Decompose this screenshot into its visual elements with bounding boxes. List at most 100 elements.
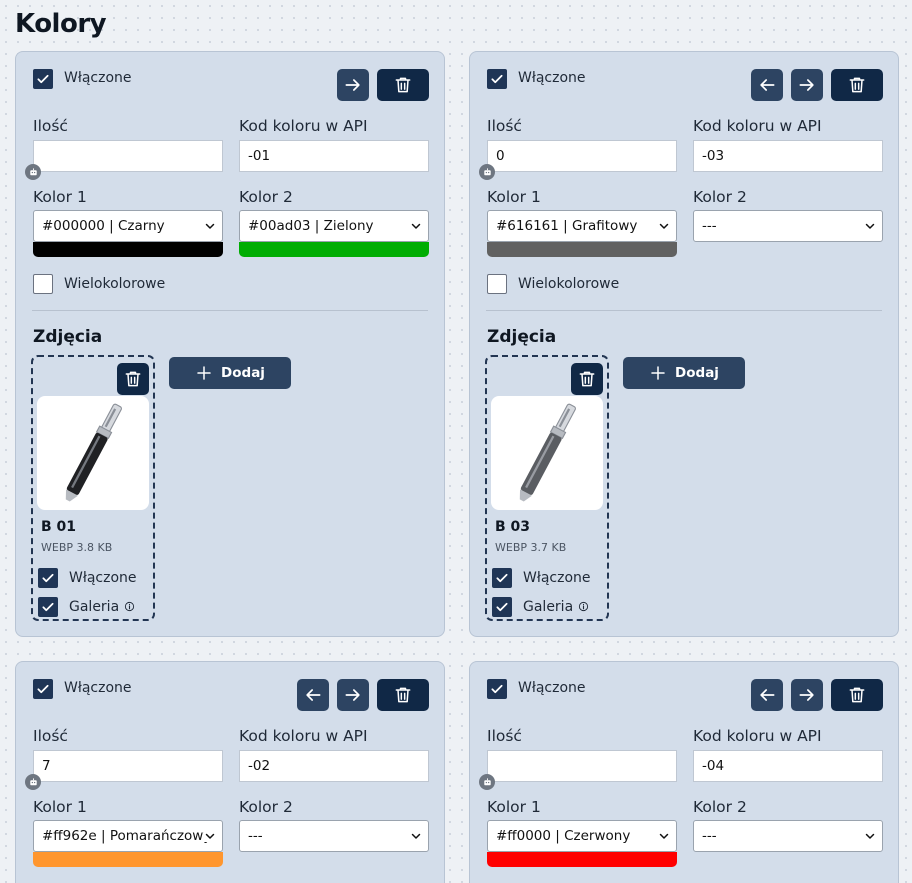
delete-color-button[interactable]: [377, 679, 429, 711]
color1-select[interactable]: #616161 | Grafitowy: [487, 210, 677, 242]
delete-color-button[interactable]: [831, 679, 883, 711]
move-left-button[interactable]: [297, 679, 329, 711]
plus-icon: [195, 364, 213, 382]
color1-swatch: [33, 852, 223, 867]
multicolor-checkbox[interactable]: [487, 274, 507, 294]
color1-label: Kolor 1: [487, 188, 541, 206]
color1-select[interactable]: #ff0000 | Czerwony: [487, 820, 677, 852]
divider: [32, 310, 428, 311]
check-icon: [495, 571, 509, 585]
chevron-down-icon: [658, 830, 670, 842]
arrow-right-icon: [797, 75, 817, 95]
chevron-down-icon: [864, 220, 876, 232]
quantity-input[interactable]: 0: [487, 140, 677, 172]
add-photo-button[interactable]: Dodaj: [169, 357, 291, 389]
quantity-input[interactable]: 7: [33, 750, 223, 782]
quantity-label: Ilość: [487, 727, 522, 745]
color1-label: Kolor 1: [33, 798, 87, 816]
color2-label: Kolor 2: [693, 798, 747, 816]
check-icon: [36, 682, 50, 696]
api-code-input[interactable]: -04: [693, 750, 883, 782]
divider: [486, 310, 882, 311]
trash-icon: [393, 75, 413, 95]
color2-value: #00ad03 | Zielony: [248, 218, 374, 234]
color2-select[interactable]: #00ad03 | Zielony: [239, 210, 429, 242]
color2-value: ---: [702, 828, 717, 844]
multicolor-label: Wielokolorowe: [518, 276, 620, 292]
photos-heading: Zdjęcia: [33, 327, 103, 347]
move-right-button[interactable]: [337, 69, 369, 101]
photo-enabled-checkbox[interactable]: [38, 568, 58, 588]
move-left-button[interactable]: [751, 679, 783, 711]
info-icon[interactable]: [124, 601, 135, 612]
check-icon: [41, 600, 55, 614]
color1-label: Kolor 1: [33, 188, 87, 206]
photo-card: B 01 WEBP 3.8 KB Włączone Galeria: [31, 355, 155, 621]
move-left-button[interactable]: [751, 69, 783, 101]
color2-label: Kolor 2: [239, 188, 293, 206]
arrow-right-icon: [797, 685, 817, 705]
pen-image: [519, 403, 576, 502]
photo-enabled-label: Włączone: [523, 570, 591, 586]
color2-select[interactable]: ---: [693, 210, 883, 242]
color2-swatch: [239, 242, 429, 257]
color2-label: Kolor 2: [693, 188, 747, 206]
photo-thumbnail[interactable]: [37, 396, 149, 510]
quantity-input[interactable]: [487, 750, 677, 782]
add-photo-button[interactable]: Dodaj: [623, 357, 745, 389]
gallery-label-text: Galeria: [523, 599, 574, 615]
chevron-down-icon: [658, 220, 670, 232]
color1-label: Kolor 1: [487, 798, 541, 816]
pen-image: [65, 403, 122, 502]
arrow-right-icon: [343, 75, 363, 95]
robot-icon: [25, 164, 41, 180]
multicolor-checkbox[interactable]: [33, 274, 53, 294]
api-code-label: Kod koloru w API: [239, 727, 368, 745]
trash-icon: [847, 75, 867, 95]
photo-name: B 03: [495, 519, 531, 535]
arrow-left-icon: [303, 685, 323, 705]
quantity-label: Ilość: [487, 117, 522, 135]
color1-select[interactable]: #ff962e | Pomarańczowy: [33, 820, 223, 852]
enabled-checkbox[interactable]: [33, 69, 53, 89]
delete-color-button[interactable]: [831, 69, 883, 101]
enabled-label: Włączone: [64, 70, 132, 86]
enabled-checkbox[interactable]: [487, 679, 507, 699]
color2-select[interactable]: ---: [239, 820, 429, 852]
delete-photo-button[interactable]: [571, 363, 603, 395]
delete-photo-button[interactable]: [117, 363, 149, 395]
enabled-label: Włączone: [64, 680, 132, 696]
gallery-label: Galeria: [69, 599, 135, 615]
move-right-button[interactable]: [337, 679, 369, 711]
enabled-label: Włączone: [518, 70, 586, 86]
info-icon[interactable]: [578, 601, 589, 612]
quantity-input[interactable]: [33, 140, 223, 172]
move-right-button[interactable]: [791, 69, 823, 101]
api-code-label: Kod koloru w API: [693, 727, 822, 745]
color-card: Włączone Ilość Kod koloru w API 0 -03 Ko…: [469, 51, 899, 637]
delete-color-button[interactable]: [377, 69, 429, 101]
api-code-input[interactable]: -01: [239, 140, 429, 172]
color1-value: #616161 | Grafitowy: [496, 218, 638, 234]
color2-value: ---: [248, 828, 263, 844]
check-icon: [36, 72, 50, 86]
photo-thumbnail[interactable]: [491, 396, 603, 510]
photo-meta: WEBP 3.8 KB: [41, 541, 113, 554]
photo-enabled-checkbox[interactable]: [492, 568, 512, 588]
color1-value: #000000 | Czarny: [42, 218, 165, 234]
api-code-input[interactable]: -03: [693, 140, 883, 172]
trash-icon: [577, 369, 597, 389]
color-card: Włączone Ilość Kod koloru w API -04 Kolo…: [469, 661, 899, 883]
color1-select[interactable]: #000000 | Czarny: [33, 210, 223, 242]
api-code-input[interactable]: -02: [239, 750, 429, 782]
chevron-down-icon: [410, 220, 422, 232]
gallery-checkbox[interactable]: [492, 597, 512, 617]
color2-select[interactable]: ---: [693, 820, 883, 852]
enabled-checkbox[interactable]: [33, 679, 53, 699]
check-icon: [41, 571, 55, 585]
enabled-checkbox[interactable]: [487, 69, 507, 89]
enabled-label: Włączone: [518, 680, 586, 696]
move-right-button[interactable]: [791, 679, 823, 711]
quantity-label: Ilość: [33, 727, 68, 745]
gallery-checkbox[interactable]: [38, 597, 58, 617]
